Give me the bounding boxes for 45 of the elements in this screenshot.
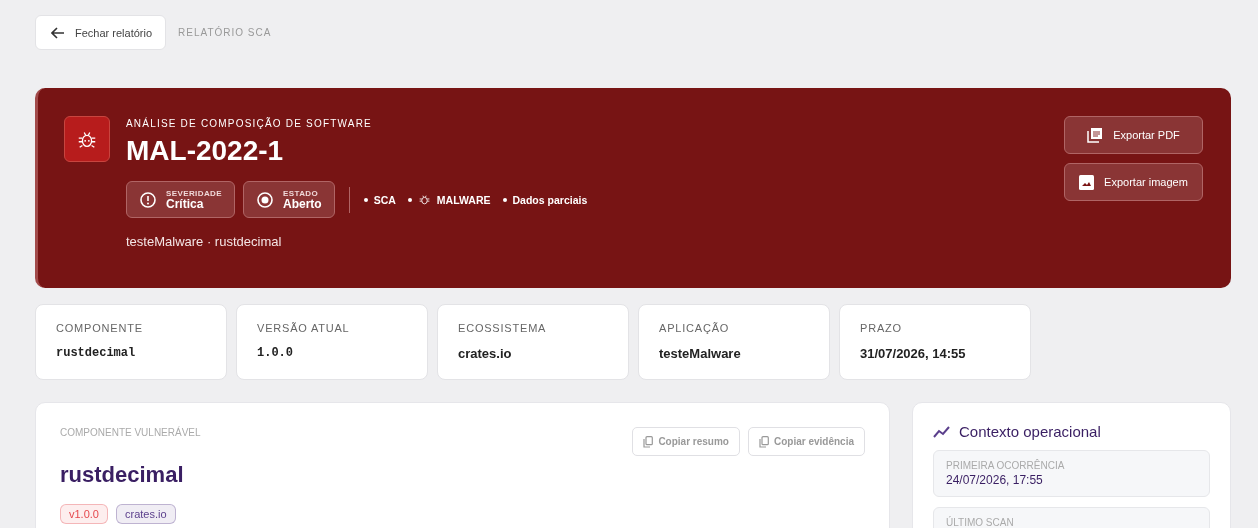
stat-label: VERSÃO ATUAL <box>257 322 351 334</box>
component-name: rustdecimal <box>60 462 185 488</box>
breadcrumb: RELATÓRIO SCA <box>178 27 272 38</box>
tag-label: SCA <box>373 193 396 206</box>
pdf-icon <box>1087 127 1104 143</box>
version-pill: v1.0.0 <box>60 504 108 524</box>
export-button[interactable]: Exportar imagem <box>1064 163 1203 201</box>
badge-label: SEVERIDADE <box>166 189 222 198</box>
close-report-button[interactable]: Fechar relatório <box>35 15 167 50</box>
section-label: COMPONENTE VULNERÁVEL <box>60 427 201 438</box>
report-title: MAL-2022-1 <box>126 135 285 167</box>
stat-value: 1.0.0 <box>257 346 294 360</box>
badge-label: ESTADO <box>283 189 320 198</box>
bug-icon <box>64 116 110 162</box>
stat-label: APLICAÇÃO <box>659 322 731 334</box>
stat-value: 31/07/2026, 14:55 <box>860 346 967 361</box>
back-arrow-icon <box>51 26 65 39</box>
field-label: PRIMEIRA OCORRÊNCIA <box>946 460 1066 471</box>
alert-icon <box>140 191 156 208</box>
export-button[interactable]: Exportar PDF <box>1064 116 1203 154</box>
radio-icon <box>257 191 273 208</box>
report-type-label: ANÁLISE DE COMPOSIÇÃO DE SOFTWARE <box>126 118 373 129</box>
image-icon <box>1079 174 1095 190</box>
bullet-icon <box>363 197 368 202</box>
badge-value: Crítica <box>166 197 205 210</box>
report-subtitle: testeMalware · rustdecimal <box>126 234 283 249</box>
stat-value: testeMalware <box>659 346 742 361</box>
context-title: Contexto operacional <box>959 423 1101 440</box>
stat-value: crates.io <box>458 346 513 361</box>
badge-value: Aberto <box>283 197 322 210</box>
version-pill: crates.io <box>115 504 176 524</box>
field-label: ÚLTIMO SCAN <box>946 517 1015 528</box>
bullet-icon <box>407 197 412 202</box>
bug-icon <box>417 193 431 206</box>
bullet-icon <box>502 197 507 202</box>
tag-label: MALWARE <box>436 193 491 206</box>
stat-label: PRAZO <box>860 322 903 334</box>
stat-label: COMPONENTE <box>56 322 144 334</box>
stat-value: rustdecimal <box>56 346 137 360</box>
stat-label: ECOSSISTEMA <box>458 322 548 334</box>
copy-icon <box>758 435 769 448</box>
field-value: 24/07/2026, 17:55 <box>946 473 1044 487</box>
trend-icon <box>933 425 951 438</box>
tag-label: Dados parciais <box>512 193 588 206</box>
copy-icon <box>643 435 654 448</box>
